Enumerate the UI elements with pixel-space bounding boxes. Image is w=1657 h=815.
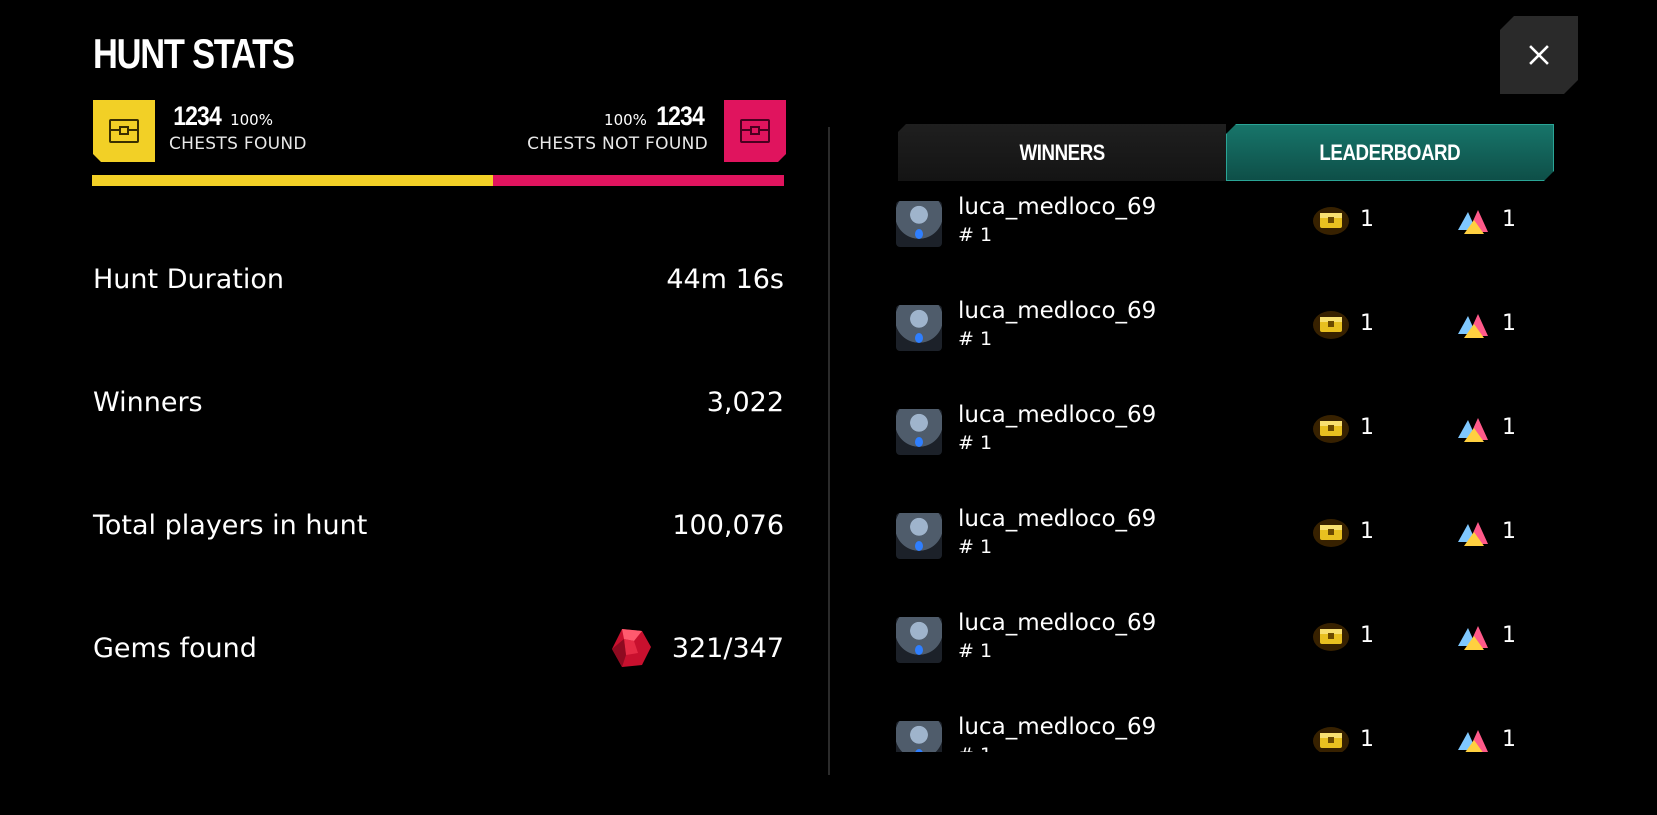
chests-not-found-label: CHESTS NOT FOUND <box>527 134 708 154</box>
player-chests: 1 <box>1360 311 1374 336</box>
avatar <box>896 409 942 455</box>
chests-found-count: 1234 100% <box>169 101 273 132</box>
avatar <box>896 305 942 351</box>
player-name: luca_medloco_69 <box>958 298 1157 324</box>
stat-value: 100,076 <box>672 509 784 541</box>
gems-icon <box>1458 314 1488 338</box>
player-gems: 1 <box>1502 519 1516 544</box>
leaderboard-row: luca_medloco_69 # 1 1 1 <box>896 504 1556 608</box>
tab-label: WINNERS <box>1019 139 1105 165</box>
avatar <box>896 617 942 663</box>
player-name: luca_medloco_69 <box>958 194 1157 220</box>
chests-not-found-count: 100% 1234 <box>604 101 708 132</box>
player-chests: 1 <box>1360 727 1374 752</box>
player-name: luca_medloco_69 <box>958 610 1157 636</box>
gems-icon <box>1458 626 1488 650</box>
player-rank: # 1 <box>958 536 993 558</box>
leaderboard-row: luca_medloco_69 # 1 1 1 <box>896 296 1556 400</box>
chests-found-percent: 100% <box>230 111 273 129</box>
chests-progress-bar <box>92 175 784 186</box>
chest-icon <box>1313 311 1349 339</box>
player-name: luca_medloco_69 <box>958 402 1157 428</box>
stat-value-wrap: 321/347 <box>608 625 784 671</box>
progress-found-segment <box>92 175 494 186</box>
stat-label: Gems found <box>93 632 257 664</box>
player-chests: 1 <box>1360 623 1374 648</box>
player-chests: 1 <box>1360 415 1374 440</box>
player-gems: 1 <box>1502 623 1516 648</box>
chest-icon <box>1313 415 1349 443</box>
chests-not-found-number: 1234 <box>656 101 705 131</box>
player-chests: 1 <box>1360 519 1374 544</box>
leaderboard-row: luca_medloco_69 # 1 1 1 <box>896 712 1556 752</box>
stat-label: Total players in hunt <box>93 509 368 541</box>
stat-value: 3,022 <box>706 386 784 418</box>
avatar <box>896 201 942 247</box>
tab-leaderboard[interactable]: LEADERBOARD <box>1226 124 1554 181</box>
chest-icon <box>1313 623 1349 651</box>
tab-winners[interactable]: WINNERS <box>898 124 1226 181</box>
avatar <box>896 513 942 559</box>
player-rank: # 1 <box>958 744 992 752</box>
progress-not-found-segment <box>493 175 784 186</box>
stat-hunt-duration: Hunt Duration 44m 16s <box>93 259 784 299</box>
leaderboard-list[interactable]: luca_medloco_69 # 1 1 1 luca_medloco_69 … <box>896 192 1556 752</box>
player-rank: # 1 <box>958 432 993 454</box>
player-rank: # 1 <box>958 640 993 662</box>
chest-icon <box>738 114 772 148</box>
player-rank: # 1 <box>958 328 993 350</box>
avatar <box>896 721 942 752</box>
chests-found-number: 1234 <box>173 101 222 131</box>
tab-label: LEADERBOARD <box>1319 139 1461 165</box>
chests-found-badge <box>93 100 155 162</box>
page-title: HUNT STATS <box>93 30 295 77</box>
chest-icon <box>1313 519 1349 547</box>
panel-divider <box>828 127 830 775</box>
leaderboard-row: luca_medloco_69 # 1 1 1 <box>896 608 1556 712</box>
close-icon <box>1528 44 1550 66</box>
chests-found-label: CHESTS FOUND <box>169 134 307 154</box>
stat-label: Winners <box>93 386 203 418</box>
player-gems: 1 <box>1502 727 1516 752</box>
chest-icon <box>1313 727 1349 752</box>
chest-icon <box>1313 207 1349 235</box>
leaderboard-row: luca_medloco_69 # 1 1 1 <box>896 192 1556 296</box>
stat-gems-found: Gems found 321/347 <box>93 628 784 668</box>
stat-winners: Winners 3,022 <box>93 382 784 422</box>
leaderboard-row: luca_medloco_69 # 1 1 1 <box>896 400 1556 504</box>
tab-bar: WINNERS LEADERBOARD <box>898 124 1554 181</box>
stat-total-players: Total players in hunt 100,076 <box>93 505 784 545</box>
player-rank: # 1 <box>958 224 993 246</box>
player-name: luca_medloco_69 <box>958 506 1157 532</box>
gem-icon <box>611 629 651 667</box>
close-button[interactable] <box>1500 16 1578 94</box>
gems-icon <box>1458 210 1488 234</box>
chests-not-found-percent: 100% <box>604 111 647 129</box>
player-gems: 1 <box>1502 207 1516 232</box>
gems-icon <box>1458 522 1488 546</box>
player-chests: 1 <box>1360 207 1374 232</box>
gems-icon <box>1458 730 1488 752</box>
player-gems: 1 <box>1502 415 1516 440</box>
player-gems: 1 <box>1502 311 1516 336</box>
stat-value: 321/347 <box>671 632 784 664</box>
gems-icon <box>1458 418 1488 442</box>
chests-not-found-badge <box>724 100 786 162</box>
player-name: luca_medloco_69 <box>958 714 1157 740</box>
chest-icon <box>107 114 141 148</box>
stat-label: Hunt Duration <box>93 263 284 295</box>
stat-value: 44m 16s <box>666 263 784 295</box>
